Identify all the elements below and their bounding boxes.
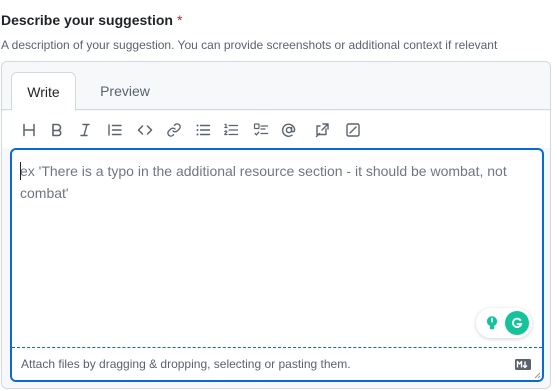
editor-tabs: Write Preview xyxy=(2,62,550,111)
quote-icon[interactable] xyxy=(105,120,125,140)
tab-write[interactable]: Write xyxy=(11,72,76,111)
comment-field: Attach files by dragging & dropping, sel… xyxy=(10,148,544,382)
saved-replies-icon[interactable] xyxy=(343,120,363,140)
bold-icon[interactable] xyxy=(47,120,67,140)
code-icon[interactable] xyxy=(135,120,155,140)
markdown-editor: Write Preview ex 'There is a typo in the… xyxy=(1,61,551,389)
task-list-icon[interactable] xyxy=(251,120,271,140)
text-caret xyxy=(20,162,21,180)
resize-handle-icon[interactable] xyxy=(533,371,541,379)
markdown-icon[interactable] xyxy=(515,358,531,370)
markdown-toolbar xyxy=(2,111,550,148)
suggestion-textarea[interactable] xyxy=(12,150,542,347)
grammarly-icon[interactable] xyxy=(505,311,529,335)
unordered-list-icon[interactable] xyxy=(193,120,213,140)
grammarly-widget[interactable] xyxy=(476,308,532,338)
lightbulb-icon[interactable] xyxy=(481,312,503,334)
field-description: A description of your suggestion. You ca… xyxy=(1,38,498,52)
required-marker: * xyxy=(176,12,183,28)
mention-icon[interactable] xyxy=(279,120,299,140)
italic-icon[interactable] xyxy=(75,120,95,140)
link-icon[interactable] xyxy=(164,120,184,140)
field-label: Describe your suggestion * xyxy=(1,12,182,28)
heading-icon[interactable] xyxy=(19,120,39,140)
tab-preview[interactable]: Preview xyxy=(86,72,164,111)
attach-files-text: Attach files by dragging & dropping, sel… xyxy=(21,357,351,371)
ordered-list-icon[interactable] xyxy=(221,120,241,140)
reference-icon[interactable] xyxy=(312,120,332,140)
file-attach-bar[interactable]: Attach files by dragging & dropping, sel… xyxy=(12,347,542,380)
field-label-text: Describe your suggestion xyxy=(1,12,173,28)
